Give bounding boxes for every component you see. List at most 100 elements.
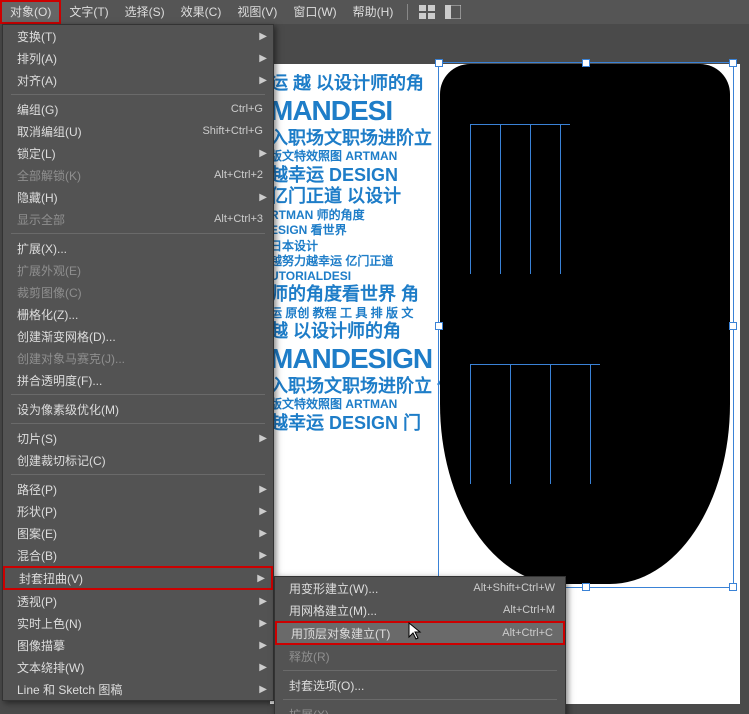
menu-item-label: 封套扭曲(V) bbox=[19, 570, 261, 587]
handle[interactable] bbox=[582, 583, 590, 591]
menu-item-shortcut: Alt+Ctrl+2 bbox=[214, 169, 263, 181]
menu-item[interactable]: 路径(P)▶ bbox=[3, 478, 273, 500]
menu-item[interactable]: 取消编组(U) Shift+Ctrl+G bbox=[3, 120, 273, 142]
chevron-right-icon: ▶ bbox=[259, 662, 267, 673]
menu-separator bbox=[283, 699, 557, 700]
menu-item: 全部解锁(K) Alt+Ctrl+2 bbox=[3, 164, 273, 186]
guide bbox=[500, 124, 501, 274]
menu-item-label: 创建对象马赛克(J)... bbox=[17, 350, 263, 367]
handle[interactable] bbox=[582, 59, 590, 67]
guide bbox=[470, 364, 600, 365]
handle[interactable] bbox=[729, 322, 737, 330]
submenu-item[interactable]: 封套选项(O)... bbox=[275, 674, 565, 696]
menu-item[interactable]: 切片(S)▶ bbox=[3, 427, 273, 449]
menu-separator bbox=[11, 474, 265, 475]
menu-separator bbox=[11, 233, 265, 234]
menu-select[interactable]: 选择(S) bbox=[117, 0, 173, 24]
menu-item[interactable]: 隐藏(H)▶ bbox=[3, 186, 273, 208]
menu-item[interactable]: 对齐(A)▶ bbox=[3, 69, 273, 91]
menu-item-shortcut: Shift+Ctrl+G bbox=[202, 125, 263, 137]
menu-item-label: 排列(A) bbox=[17, 50, 263, 67]
chevron-right-icon: ▶ bbox=[259, 484, 267, 495]
handle[interactable] bbox=[435, 59, 443, 67]
menu-item[interactable]: 透视(P)▶ bbox=[3, 590, 273, 612]
chevron-right-icon: ▶ bbox=[259, 528, 267, 539]
menu-item-label: 全部解锁(K) bbox=[17, 167, 190, 184]
menu-type[interactable]: 文字(T) bbox=[61, 0, 116, 24]
menu-bar: 对象(O) 文字(T) 选择(S) 效果(C) 视图(V) 窗口(W) 帮助(H… bbox=[0, 0, 749, 24]
toolbar-separator bbox=[407, 4, 408, 20]
menu-separator bbox=[11, 94, 265, 95]
submenu-item-label: 封套选项(O)... bbox=[289, 677, 555, 694]
menu-item[interactable]: Line 和 Sketch 图稿▶ bbox=[3, 678, 273, 700]
menu-item[interactable]: 图案(E)▶ bbox=[3, 522, 273, 544]
handle[interactable] bbox=[729, 583, 737, 591]
submenu-item-shortcut: Alt+Ctrl+C bbox=[502, 627, 553, 639]
menu-view[interactable]: 视图(V) bbox=[229, 0, 285, 24]
menu-item-label: 栅格化(Z)... bbox=[17, 306, 263, 323]
menu-item-label: 透视(P) bbox=[17, 593, 263, 610]
submenu-item[interactable]: 用网格建立(M)...Alt+Ctrl+M bbox=[275, 599, 565, 621]
handle[interactable] bbox=[729, 59, 737, 67]
chevron-right-icon: ▶ bbox=[259, 192, 267, 203]
menu-item-label: 锁定(L) bbox=[17, 145, 263, 162]
menu-item[interactable]: 设为像素级优化(M) bbox=[3, 398, 273, 420]
chevron-right-icon: ▶ bbox=[259, 596, 267, 607]
submenu-item-label: 扩展(X) bbox=[289, 706, 555, 714]
menu-item[interactable]: 排列(A)▶ bbox=[3, 47, 273, 69]
chevron-right-icon: ▶ bbox=[259, 684, 267, 695]
menu-item[interactable]: 混合(B)▶ bbox=[3, 544, 273, 566]
menu-separator bbox=[11, 394, 265, 395]
menu-item[interactable]: 扩展(X)... bbox=[3, 237, 273, 259]
menu-item-label: 对齐(A) bbox=[17, 72, 263, 89]
chevron-right-icon: ▶ bbox=[259, 75, 267, 86]
menu-help[interactable]: 帮助(H) bbox=[345, 0, 402, 24]
menu-item[interactable]: 文本绕排(W)▶ bbox=[3, 656, 273, 678]
menu-item-label: 扩展(X)... bbox=[17, 240, 263, 257]
guide bbox=[470, 124, 570, 125]
chevron-right-icon: ▶ bbox=[259, 53, 267, 64]
cursor-icon bbox=[408, 622, 422, 640]
menu-item[interactable]: 封套扭曲(V)▶ bbox=[3, 566, 273, 590]
menu-item[interactable]: 图像描摹▶ bbox=[3, 634, 273, 656]
menu-window[interactable]: 窗口(W) bbox=[285, 0, 344, 24]
submenu-item-label: 用顶层对象建立(T) bbox=[291, 625, 478, 642]
guide bbox=[510, 364, 511, 484]
guide bbox=[550, 364, 551, 484]
chevron-right-icon: ▶ bbox=[259, 506, 267, 517]
menu-item[interactable]: 实时上色(N)▶ bbox=[3, 612, 273, 634]
chevron-right-icon: ▶ bbox=[259, 148, 267, 159]
submenu-item[interactable]: 用变形建立(W)...Alt+Shift+Ctrl+W bbox=[275, 577, 565, 599]
menu-item: 创建对象马赛克(J)... bbox=[3, 347, 273, 369]
menu-item[interactable]: 形状(P)▶ bbox=[3, 500, 273, 522]
menu-item-label: 路径(P) bbox=[17, 481, 263, 498]
menu-item: 扩展外观(E) bbox=[3, 259, 273, 281]
submenu-item-label: 释放(R) bbox=[289, 648, 555, 665]
menu-item[interactable]: 锁定(L)▶ bbox=[3, 142, 273, 164]
menu-item-label: 拼合透明度(F)... bbox=[17, 372, 263, 389]
handle[interactable] bbox=[435, 322, 443, 330]
menu-item: 裁剪图像(C) bbox=[3, 281, 273, 303]
menu-item-label: 设为像素级优化(M) bbox=[17, 401, 263, 418]
menu-item-label: 形状(P) bbox=[17, 503, 263, 520]
submenu-item: 扩展(X) bbox=[275, 703, 565, 714]
layout-icon[interactable] bbox=[442, 1, 464, 23]
menu-item-label: 取消编组(U) bbox=[17, 123, 178, 140]
menu-item[interactable]: 创建渐变网格(D)... bbox=[3, 325, 273, 347]
menu-item-label: 隐藏(H) bbox=[17, 189, 263, 206]
menu-item[interactable]: 创建裁切标记(C) bbox=[3, 449, 273, 471]
menu-item[interactable]: 拼合透明度(F)... bbox=[3, 369, 273, 391]
menu-item[interactable]: 栅格化(Z)... bbox=[3, 303, 273, 325]
menu-item-label: 创建裁切标记(C) bbox=[17, 452, 263, 469]
menu-separator bbox=[283, 670, 557, 671]
chevron-right-icon: ▶ bbox=[259, 31, 267, 42]
menu-item[interactable]: 编组(G)Ctrl+G bbox=[3, 98, 273, 120]
menu-effect[interactable]: 效果(C) bbox=[173, 0, 230, 24]
menu-item-label: 文本绕排(W) bbox=[17, 659, 263, 676]
menu-item-label: 图案(E) bbox=[17, 525, 263, 542]
guide bbox=[560, 124, 561, 274]
arrange-docs-icon[interactable] bbox=[416, 1, 438, 23]
menu-item-label: 实时上色(N) bbox=[17, 615, 263, 632]
menu-object[interactable]: 对象(O) bbox=[0, 0, 61, 24]
menu-item[interactable]: 变换(T)▶ bbox=[3, 25, 273, 47]
